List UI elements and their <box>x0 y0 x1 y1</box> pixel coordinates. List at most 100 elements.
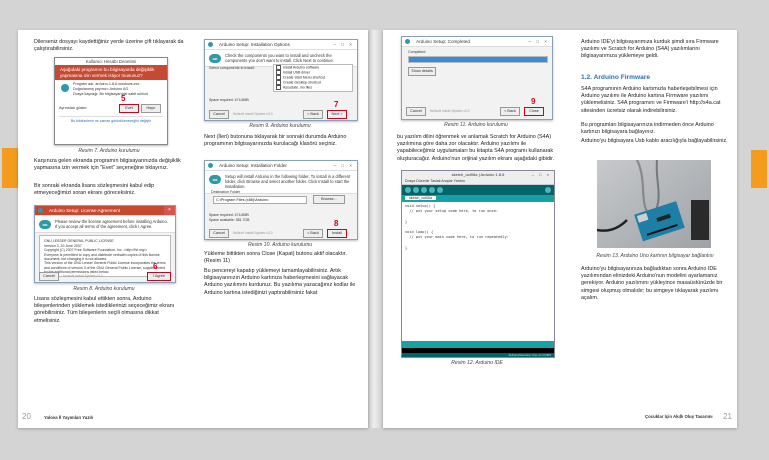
window-controls-icon[interactable]: – □ × <box>532 171 551 178</box>
destination-path-input[interactable]: C:\Program Files (x86)\Arduino <box>213 196 307 204</box>
arduino-logo-icon: oo <box>39 220 51 229</box>
footer-left-text: Yalova İl Yayımları Yazılı <box>44 415 94 420</box>
close-icon[interactable]: × <box>164 206 175 215</box>
folder-space-available: Space available: 381.7GB <box>209 218 250 222</box>
serial-monitor-icon[interactable] <box>545 187 551 193</box>
component-label-0: Install Arduino software <box>283 65 320 70</box>
options-back-button[interactable]: < Back <box>303 110 323 119</box>
license-line-4: Everyone is permitted to copy and distri… <box>44 252 160 262</box>
completed-back-button[interactable]: < Back <box>500 107 520 116</box>
window-controls-icon[interactable]: – □ × <box>333 40 354 49</box>
license-header: Please review the license agreement befo… <box>55 219 168 230</box>
uac-title: Kullanıcı Hesabı Denetimi <box>55 58 167 65</box>
step-marker-6: 6 <box>153 262 158 271</box>
arduino-small-icon <box>405 39 410 44</box>
step-marker-7: 7 <box>334 100 339 109</box>
paragraph-close: Yükleme bittikten sonra Close (Kapat) bu… <box>204 251 347 265</box>
completed-status: Completed <box>408 50 426 54</box>
right-page: Arduino Setup: Completed – □ × Completed … <box>383 30 737 428</box>
section-heading: 1.2. Arduino Firmware <box>581 74 651 81</box>
arduino-small-icon <box>38 208 43 213</box>
paragraph-license: Bir sonraki ekranda lisans sözleşmesini … <box>34 183 155 197</box>
paragraph-firmware-intro: Arduino IDE'yi bilgisayarımıza kurduk şi… <box>581 39 719 60</box>
uac-program-label: Program adı: <box>73 82 95 86</box>
paragraph-usb: Arduino'yu bilgisayara Usb kablo aracılı… <box>581 138 728 144</box>
window-controls-icon[interactable]: – □ × <box>333 161 354 170</box>
progress-fill <box>409 57 547 62</box>
component-item[interactable]: Associate .ino files <box>276 85 352 91</box>
uac-no-button[interactable]: Hayır <box>141 104 161 113</box>
left-orange-tab <box>2 148 18 188</box>
paragraph-components: Lisans sözleşmesini kabul ettikten sonra… <box>34 296 175 324</box>
verify-icon[interactable] <box>405 187 411 193</box>
uac-publisher-label: Doğrulanmış yayımcı: <box>73 86 109 91</box>
footer-right-text: Çocuklar İçin Akıllı Oluş Tasarımı <box>645 414 713 419</box>
uac-notify-link[interactable]: Bu bildirimlerin ne zaman görüntüleneceğ… <box>59 116 163 123</box>
open-icon[interactable] <box>429 187 435 193</box>
caption-10: Resim 10. Arduino kurulumu <box>247 242 313 248</box>
left-page: Dilerseniz dosyayı kaydettiğiniz yerde ü… <box>18 30 368 428</box>
caption-8: Resim 8. Arduino kurulumu <box>73 286 135 292</box>
book-spread: Dilerseniz dosyayı kaydettiğiniz yerde ü… <box>0 0 769 460</box>
uac-details-link[interactable]: Ayrıntıları göster <box>59 106 87 110</box>
ide-code-editor[interactable]: void setup() { // put your setup code he… <box>402 202 554 253</box>
show-details-button[interactable]: Show details <box>408 67 436 76</box>
book-gutter <box>368 30 383 428</box>
new-icon[interactable] <box>421 187 427 193</box>
options-dialog: Arduino Setup: Installation Options – □ ×… <box>204 39 358 121</box>
ide-status-bar <box>402 341 554 348</box>
caption-11: Resim 11. Arduino kurulumu <box>444 122 508 128</box>
arduino-photo <box>597 160 711 248</box>
caption-13: Resim 13. Arduino Uno kartının bilgisaya… <box>596 253 714 259</box>
page-number-left: 20 <box>22 412 31 421</box>
window-controls-icon[interactable]: – □ × <box>528 37 549 46</box>
arduino-small-icon <box>208 42 213 47</box>
arduino-logo-icon: oo <box>209 175 221 184</box>
browse-button[interactable]: Browse... <box>313 195 345 204</box>
paragraph-next: Next (İleri) butonuna tıklayarak bir son… <box>204 134 347 148</box>
component-label-4: Associate .ino files <box>283 85 312 90</box>
install-button[interactable]: Install <box>327 229 347 238</box>
arduino-small-icon <box>208 163 213 168</box>
ide-title: sketch_oct06a | Arduino 1.8.6 <box>451 172 505 177</box>
step-marker-8: 8 <box>334 219 339 228</box>
save-icon[interactable] <box>437 187 443 193</box>
paragraph-evet: Karşınıza gelen ekranda programın bilgis… <box>34 158 181 172</box>
upload-icon[interactable] <box>413 187 419 193</box>
step-marker-9: 9 <box>531 97 536 106</box>
completed-title: Arduino Setup: Completed <box>416 39 470 44</box>
intro-text: Dilerseniz dosyayı kaydettiğiniz yerde ü… <box>34 39 184 53</box>
i-agree-button[interactable]: I Agree <box>147 272 171 281</box>
license-nullsoft: Nullsoft Install System v3.0 <box>63 274 103 278</box>
uac-origin-label: Dosya kaynağı: <box>73 91 99 96</box>
ide-sketch-tab[interactable]: sketch_oct06a <box>405 196 437 200</box>
options-next-button[interactable]: Next > <box>327 110 347 119</box>
arduino-ide-window: sketch_oct06a | Arduino 1.8.6 – □ × Dosya… <box>401 170 555 358</box>
license-cancel-button[interactable]: Cancel <box>39 272 59 281</box>
paragraph-connect: Bu programları bilgisayarınıza indirmede… <box>581 122 714 136</box>
page-number-right: 21 <box>723 412 732 421</box>
ide-toolbar <box>402 185 554 195</box>
caption-12: Resim 12. Arduino IDE <box>451 360 503 366</box>
close-button[interactable]: Close <box>524 107 544 116</box>
uac-yes-button[interactable]: Evet <box>119 104 139 113</box>
completed-nullsoft: Nullsoft Install System v3.0 <box>430 109 470 113</box>
footer-right: Çocuklar İçin Akıllı Oluş Tasarımı <box>645 414 713 419</box>
completed-cancel-button[interactable]: Cancel <box>406 107 426 116</box>
progress-bar <box>408 56 548 63</box>
folder-cancel-button[interactable]: Cancel <box>209 229 229 238</box>
uac-dialog: Kullanıcı Hesabı Denetimi Aşağıdaki prog… <box>54 57 168 145</box>
options-cancel-button[interactable]: Cancel <box>209 110 229 119</box>
caption-9: Resim 9. Arduino kurulumu <box>249 123 311 129</box>
ide-menu[interactable]: Dosya Düzenle Taslak Araçlar Yardım <box>402 178 554 185</box>
destination-label: Destination Folder <box>211 190 241 194</box>
folder-space-required: Space required: 474.8MB <box>209 213 249 217</box>
arduino-usb-photo-icon <box>597 160 711 248</box>
folder-title: Arduino Setup: Installation Folder <box>219 163 287 168</box>
options-header: Check the components you want to install… <box>225 53 334 64</box>
folder-back-button[interactable]: < Back <box>303 229 323 238</box>
license-dialog: Arduino Setup: License Agreement × oo Plea… <box>34 205 176 283</box>
uac-program-value: arduino-1.8.6-windows.exe <box>95 82 140 86</box>
components-list: Install Arduino software Install USB dri… <box>273 64 353 92</box>
footer-left: Yalova İl Yayımları Yazılı <box>44 415 93 420</box>
